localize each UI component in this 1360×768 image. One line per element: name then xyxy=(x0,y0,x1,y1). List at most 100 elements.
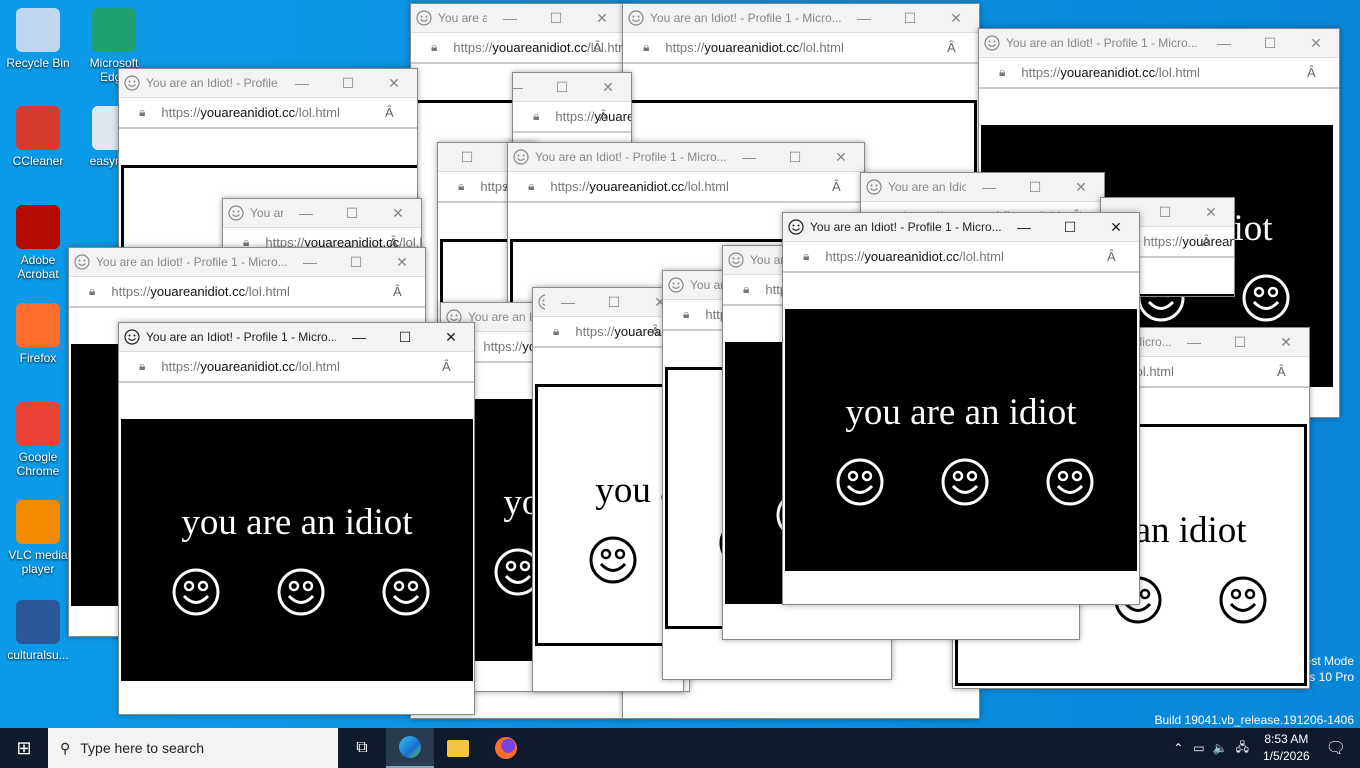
read-aloud-icon[interactable]: Ȃ xyxy=(832,179,841,194)
close-button[interactable]: ✕ xyxy=(428,323,474,351)
title-bar[interactable]: You are an Idiot! - Profile 1 - Micro...… xyxy=(508,143,864,171)
read-aloud-icon[interactable]: Ȃ xyxy=(1202,234,1211,249)
minimize-button[interactable]: — xyxy=(287,248,333,276)
maximize-button[interactable]: ☐ xyxy=(1142,198,1188,226)
volume-icon[interactable]: 🔈 xyxy=(1213,741,1228,755)
minimize-button[interactable]: — xyxy=(1001,213,1047,241)
title-bar[interactable]: You are an Idiot! - Profile 1 - Micro...… xyxy=(979,29,1339,57)
read-aloud-icon[interactable]: Ȃ xyxy=(1277,364,1286,379)
maximize-button[interactable]: ☐ xyxy=(333,248,379,276)
desktop-icon[interactable]: Adobe Acrobat xyxy=(0,205,76,281)
maximize-button[interactable]: ☐ xyxy=(444,143,490,171)
minimize-button[interactable]: — xyxy=(438,143,444,171)
read-aloud-icon[interactable]: Ȃ xyxy=(1307,65,1316,80)
start-button[interactable]: ⊞ xyxy=(0,728,48,768)
minimize-button[interactable]: — xyxy=(1171,328,1217,356)
maximize-button[interactable]: ☐ xyxy=(382,323,428,351)
close-button[interactable]: ✕ xyxy=(933,4,979,32)
close-button[interactable]: ✕ xyxy=(579,4,625,32)
desktop-icon[interactable]: Firefox xyxy=(0,303,76,365)
maximize-button[interactable]: ☐ xyxy=(539,73,585,101)
maximize-button[interactable]: ☐ xyxy=(325,69,371,97)
clock[interactable]: 8:53 AM 1/5/2026 xyxy=(1263,731,1310,765)
title-bar[interactable]: You are an Idiot! - Profile 1 - Micro...… xyxy=(119,69,417,97)
minimize-button[interactable]: — xyxy=(841,4,887,32)
browser-window[interactable]: You are an Idiot! - Profile 1 - Micro...… xyxy=(118,322,475,715)
maximize-button[interactable]: ☐ xyxy=(1047,213,1093,241)
title-bar[interactable]: You are an Idiot! - Profile 1 - Micro...… xyxy=(533,288,683,316)
address-bar[interactable]: 🔒︎ https://youareanidiot.cc/lol.html Ȃ xyxy=(513,101,631,133)
taskbar-file-explorer[interactable] xyxy=(434,728,482,768)
close-button[interactable]: ✕ xyxy=(375,199,421,227)
desktop-icon[interactable]: culturalsu... xyxy=(0,600,76,662)
title-bar[interactable]: You are an Idiot! - Profile 1 - Micro...… xyxy=(861,173,1104,201)
desktop-icon[interactable]: CCleaner xyxy=(0,106,76,168)
close-button[interactable]: ✕ xyxy=(585,73,631,101)
minimize-button[interactable]: — xyxy=(487,4,533,32)
address-bar[interactable]: 🔒︎ https://youareanidiot.cc/lol.html Ȃ xyxy=(119,97,417,129)
close-button[interactable]: ✕ xyxy=(1058,173,1104,201)
close-button[interactable]: ✕ xyxy=(1263,328,1309,356)
read-aloud-icon[interactable]: Ȃ xyxy=(947,40,956,55)
desktop-icon[interactable]: Google Chrome xyxy=(0,402,76,478)
read-aloud-icon[interactable]: Ȃ xyxy=(442,359,451,374)
meet-now-icon[interactable]: ▭ xyxy=(1193,741,1204,755)
task-view-button[interactable]: ⧉ xyxy=(338,728,386,768)
read-aloud-icon[interactable]: Ȃ xyxy=(593,40,602,55)
title-bar[interactable]: You are an Idiot! - Profile 1 - Micro...… xyxy=(783,213,1139,241)
address-bar[interactable]: 🔒︎ https://youareanidiot.cc/lol.html Ȃ xyxy=(69,276,425,308)
close-button[interactable]: ✕ xyxy=(1293,29,1339,57)
minimize-button[interactable]: — xyxy=(336,323,382,351)
read-aloud-icon[interactable]: Ȃ xyxy=(393,284,402,299)
title-bar[interactable]: You are an Idiot! - Profile 1 - Micro...… xyxy=(69,248,425,276)
minimize-button[interactable]: — xyxy=(279,69,325,97)
maximize-button[interactable]: ☐ xyxy=(533,4,579,32)
close-button[interactable]: ✕ xyxy=(371,69,417,97)
show-hidden-icons[interactable]: ⌃ xyxy=(1173,741,1183,755)
taskbar-edge[interactable] xyxy=(386,728,434,768)
url-host: youareanidiot.cc xyxy=(150,284,246,299)
url-path: /lol.html xyxy=(245,284,290,299)
minimize-button[interactable]: — xyxy=(966,173,1012,201)
address-bar[interactable]: 🔒︎ https://youareanidiot.cc/lol.html Ȃ xyxy=(411,32,625,64)
search-box[interactable]: ⚲ Type here to search xyxy=(48,728,338,768)
address-bar[interactable]: 🔒︎ https://youareanidiot.cc/lol.html Ȃ xyxy=(508,171,864,203)
address-bar[interactable]: 🔒︎ https://youareanidiot.cc/lol.html Ȃ xyxy=(119,351,474,383)
network-icon[interactable]: 🖧 xyxy=(1236,738,1249,759)
minimize-button[interactable]: — xyxy=(1201,29,1247,57)
address-bar[interactable]: 🔒︎ https://youareanidiot.cc/lol.html Ȃ xyxy=(783,241,1139,273)
address-bar[interactable]: 🔒︎ https://youareanidiot.cc/lol.html Ȃ xyxy=(623,32,979,64)
maximize-button[interactable]: ☐ xyxy=(329,199,375,227)
maximize-button[interactable]: ☐ xyxy=(1012,173,1058,201)
taskbar-firefox[interactable] xyxy=(482,728,530,768)
title-bar[interactable]: You are an Idiot! - Profile 1 - Micro...… xyxy=(119,323,474,351)
maximize-button[interactable]: ☐ xyxy=(1217,328,1263,356)
maximize-button[interactable]: ☐ xyxy=(591,288,637,316)
read-aloud-icon[interactable]: Ȃ xyxy=(599,109,608,124)
read-aloud-icon[interactable]: Ȃ xyxy=(1107,249,1116,264)
title-bar[interactable]: You are an Idiot! - Profile 1 - Micro...… xyxy=(223,199,421,227)
desktop-icon[interactable]: Recycle Bin xyxy=(0,8,76,70)
desktop-icon[interactable]: VLC media player xyxy=(0,500,76,576)
title-bar[interactable]: You are an Idiot! - Profile 1 - Micro...… xyxy=(623,4,979,32)
title-bar[interactable]: You are an Idiot! - Profile 1 - Micro...… xyxy=(411,4,625,32)
maximize-button[interactable]: ☐ xyxy=(887,4,933,32)
maximize-button[interactable]: ☐ xyxy=(772,143,818,171)
browser-window[interactable]: You are an Idiot! - Profile 1 - Micro...… xyxy=(782,212,1140,605)
close-button[interactable]: ✕ xyxy=(379,248,425,276)
address-bar[interactable]: 🔒︎ https://youareanidiot.cc/lol.html Ȃ xyxy=(979,57,1339,89)
close-button[interactable]: ✕ xyxy=(1188,198,1234,226)
title-bar[interactable]: You are an Idiot! - Profile 1 - Micro...… xyxy=(513,73,631,101)
smiley-favicon-icon xyxy=(124,75,140,91)
read-aloud-icon[interactable]: Ȃ xyxy=(651,324,660,339)
minimize-button[interactable]: — xyxy=(283,199,329,227)
read-aloud-icon[interactable]: Ȃ xyxy=(385,105,394,120)
minimize-button[interactable]: — xyxy=(726,143,772,171)
minimize-button[interactable]: — xyxy=(545,288,591,316)
minimize-button[interactable]: — xyxy=(513,73,539,101)
maximize-button[interactable]: ☐ xyxy=(1247,29,1293,57)
close-button[interactable]: ✕ xyxy=(1093,213,1139,241)
notifications-icon[interactable]: 🗨 xyxy=(1326,738,1346,758)
close-button[interactable]: ✕ xyxy=(818,143,864,171)
address-bar[interactable]: 🔒︎ https://youareanidiot.cc/lol.html Ȃ xyxy=(533,316,683,348)
